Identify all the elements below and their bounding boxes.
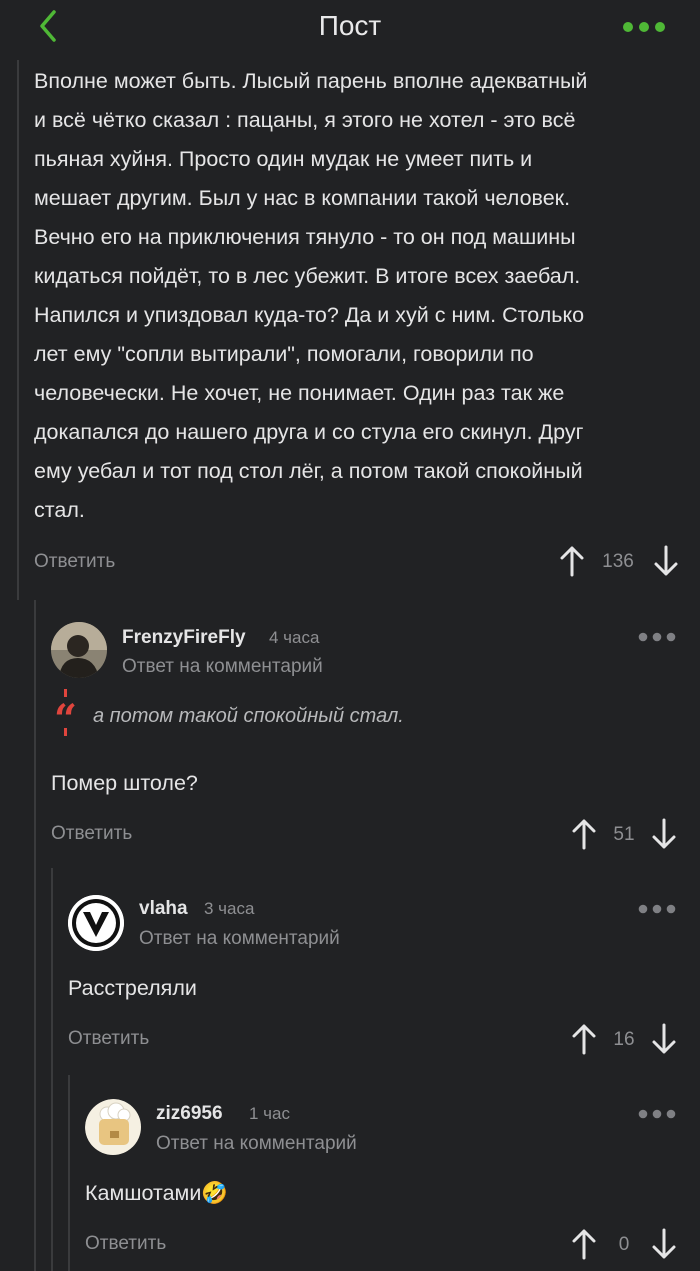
vote-controls: 136 xyxy=(556,545,686,579)
rating-count: 16 xyxy=(613,1029,635,1050)
arrow-down-icon xyxy=(652,1023,676,1054)
thread-line-level-3 xyxy=(51,868,53,1271)
arrow-up-icon xyxy=(572,1229,596,1260)
thread-line-level-4 xyxy=(68,1075,70,1271)
post-menu-button[interactable] xyxy=(622,18,666,36)
reply-button[interactable]: Ответить xyxy=(68,1028,149,1050)
comment-text: Вполне может быть. Лысый парень вполне а… xyxy=(34,69,588,522)
comment-time: 4 часа xyxy=(269,628,320,647)
downvote-button[interactable] xyxy=(650,1228,678,1260)
avatar[interactable] xyxy=(68,895,124,951)
arrow-up-icon xyxy=(572,819,596,850)
comment-text: Расстреляли xyxy=(68,976,197,1000)
avatar[interactable] xyxy=(85,1099,141,1155)
rating-count: 0 xyxy=(618,1234,630,1255)
comment-menu-button[interactable] xyxy=(638,902,678,916)
comment-menu-button[interactable] xyxy=(638,630,678,644)
more-dots-icon xyxy=(623,22,665,32)
arrow-up-icon xyxy=(560,546,584,577)
rating-count: 136 xyxy=(602,551,634,572)
avatar[interactable] xyxy=(51,622,107,678)
upvote-button[interactable] xyxy=(570,818,598,850)
username[interactable]: FrenzyFireFly xyxy=(122,627,246,649)
more-dots-icon xyxy=(638,904,676,914)
reply-to-label[interactable]: Ответ на комментарий xyxy=(139,928,340,950)
rating-count: 51 xyxy=(613,824,635,845)
username[interactable]: ziz6956 xyxy=(156,1103,223,1125)
comment-time: 3 часа xyxy=(204,899,255,918)
reply-button[interactable]: Ответить xyxy=(85,1233,166,1255)
thread-line-level-1 xyxy=(17,60,19,600)
upvote-button[interactable] xyxy=(570,1228,598,1260)
downvote-button[interactable] xyxy=(650,818,678,850)
username[interactable]: vlaha xyxy=(139,898,188,920)
comment-menu-button[interactable] xyxy=(638,1107,678,1121)
reply-to-label[interactable]: Ответ на комментарий xyxy=(122,656,323,678)
vote-controls: 51 xyxy=(570,818,686,852)
quote-bar xyxy=(64,728,67,736)
arrow-down-icon xyxy=(652,818,676,849)
arrow-down-icon xyxy=(654,545,678,576)
page-title: Пост xyxy=(318,10,382,41)
top-bar: Пост xyxy=(0,0,700,52)
comment-text: Камшотами🤣 xyxy=(85,1181,229,1205)
downvote-button[interactable] xyxy=(652,545,680,577)
more-dots-icon xyxy=(638,1109,676,1119)
upvote-button[interactable] xyxy=(558,545,586,577)
upvote-button[interactable] xyxy=(570,1023,598,1055)
reply-to-label[interactable]: Ответ на комментарий xyxy=(156,1133,357,1155)
thread-line-level-2 xyxy=(34,600,36,1271)
comment-text: Помер штоле? xyxy=(51,771,198,795)
vote-controls: 0 xyxy=(570,1228,686,1262)
vote-controls: 16 xyxy=(570,1023,686,1057)
arrow-up-icon xyxy=(572,1024,596,1055)
reply-button[interactable]: Ответить xyxy=(51,823,132,845)
downvote-button[interactable] xyxy=(650,1023,678,1055)
comment-time: 1 час xyxy=(249,1104,290,1123)
more-dots-icon xyxy=(638,632,676,642)
reply-button[interactable]: Ответить xyxy=(34,551,115,573)
arrow-down-icon xyxy=(652,1228,676,1259)
quoted-text: а потом такой спокойный стал. xyxy=(93,705,404,727)
